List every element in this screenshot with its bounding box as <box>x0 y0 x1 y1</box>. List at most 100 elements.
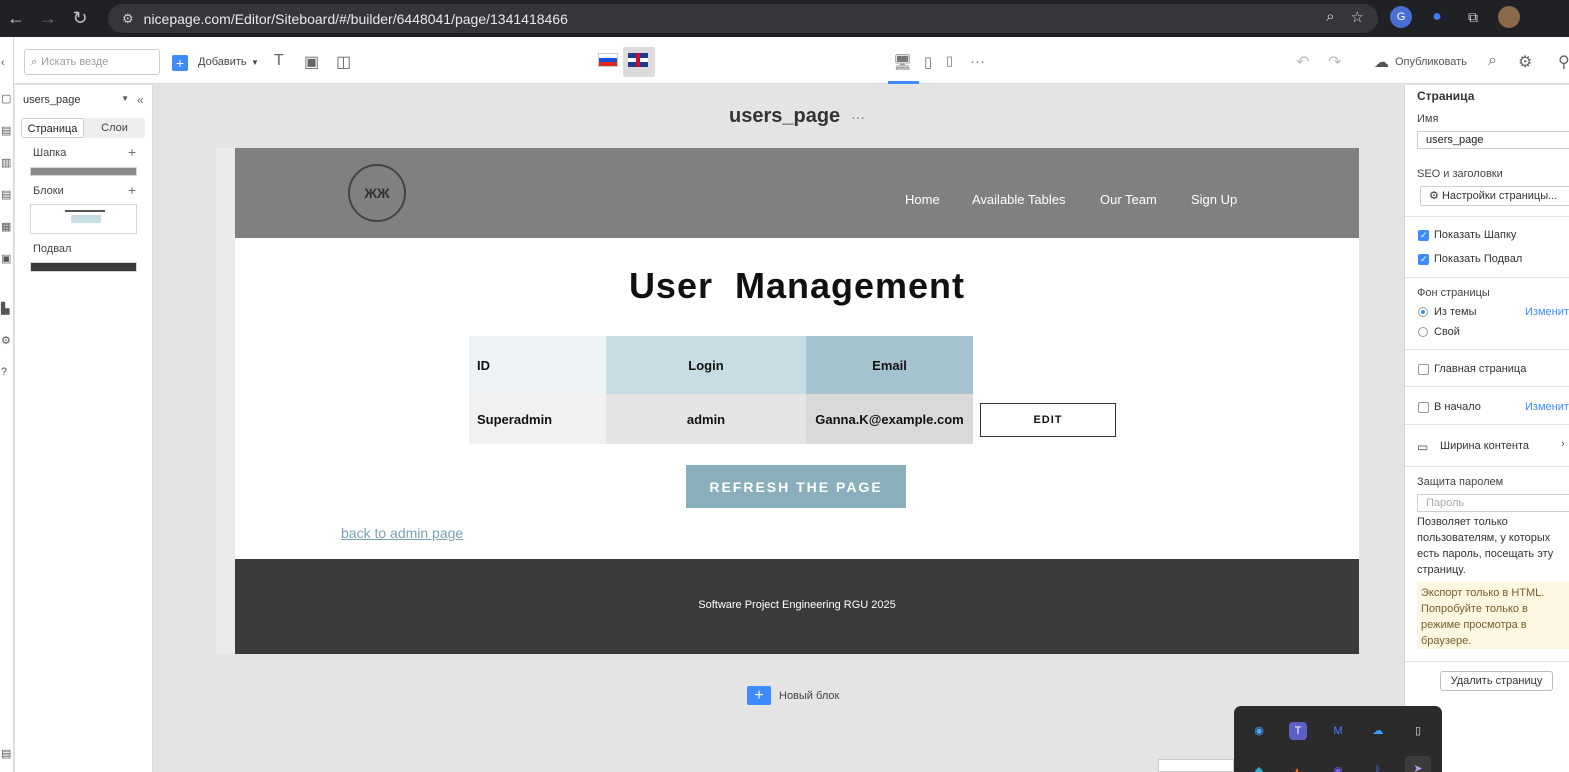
layout-icon[interactable]: ▦ <box>1 220 11 233</box>
back-to-admin-link[interactable]: back to admin page <box>341 525 463 541</box>
password-field[interactable]: Пароль <box>1417 494 1569 512</box>
url-text[interactable]: nicepage.com/Editor/Siteboard/#/builder/… <box>144 11 568 27</box>
image-icon[interactable]: ▣ <box>1 252 11 265</box>
page-properties-panel: Страница Имя users_page SEO и заголовки … <box>1404 85 1569 772</box>
nav-link-our-team[interactable]: Our Team <box>1100 192 1157 207</box>
back-arrow-icon[interactable]: ← <box>0 8 32 29</box>
tray-app3-icon[interactable]: ◐ <box>1289 762 1307 772</box>
table-header-email[interactable]: Email <box>806 336 973 394</box>
close-sidebar-icon[interactable]: ‹ <box>1 57 5 69</box>
nav-link-available-tables[interactable]: Available Tables <box>972 192 1065 207</box>
tab-layers[interactable]: Слои <box>84 118 145 138</box>
pages-icon[interactable]: ▢ <box>1 92 11 105</box>
publish-button[interactable]: ☁ Опубликовать <box>1374 53 1467 71</box>
redo-icon[interactable]: ↷ <box>1328 52 1341 72</box>
footer-text[interactable]: Software Project Engineering RGU 2025 <box>235 599 1359 611</box>
chevron-right-icon[interactable]: › <box>1561 438 1565 450</box>
table-cell-id[interactable]: Superadmin <box>469 394 606 444</box>
flag-english-icon[interactable] <box>628 53 648 67</box>
extensions-puzzle-icon[interactable]: ⧉ <box>1462 6 1484 28</box>
footer-thumbnail[interactable] <box>30 262 137 272</box>
refresh-button[interactable]: REFRESH THE PAGE <box>686 465 906 508</box>
table-cell-email[interactable]: Ganna.K@example.com <box>806 394 973 444</box>
add-block-plus-icon[interactable]: + <box>128 182 136 198</box>
theme-icon[interactable]: ▙ <box>1 302 9 315</box>
chevron-down-icon[interactable]: ▼ <box>251 58 259 67</box>
viber-icon[interactable]: ◉ <box>1329 762 1347 772</box>
blocks-icon[interactable]: ▤ <box>1 124 11 137</box>
text-icon[interactable]: ▤ <box>1 188 11 201</box>
home-page-checkbox[interactable] <box>1418 364 1429 375</box>
preview-icon[interactable]: ⌕ <box>1488 52 1497 70</box>
page-heading[interactable]: User Management <box>235 265 1359 307</box>
bg-theme-radio[interactable] <box>1418 307 1428 317</box>
bg-custom-radio[interactable] <box>1418 327 1428 337</box>
extension-dot-icon[interactable]: ● <box>1426 6 1448 28</box>
add-plus-icon[interactable]: + <box>172 55 188 71</box>
phone-view-icon[interactable]: ▯ <box>946 53 953 69</box>
bluetooth-icon[interactable]: ᛒ <box>1369 762 1387 772</box>
table-header-login[interactable]: Login <box>606 336 806 394</box>
address-bar[interactable]: ⚙ nicepage.com/Editor/Siteboard/#/builde… <box>108 4 1378 33</box>
flag-russian-icon[interactable] <box>598 53 618 67</box>
site-footer[interactable]: Software Project Engineering RGU 2025 <box>235 559 1359 654</box>
table-cell-login[interactable]: admin <box>606 394 806 444</box>
more-devices-icon[interactable]: ··· <box>970 53 985 70</box>
collapse-panel-icon[interactable]: « <box>137 93 144 107</box>
tray-app4-icon[interactable]: ➤ <box>1405 756 1431 772</box>
new-block-button[interactable]: + Новый блок <box>747 686 839 705</box>
bookmark-star-icon[interactable]: ☆ <box>1351 8 1364 26</box>
section-header-label[interactable]: Шапка <box>33 147 66 159</box>
header-thumbnail[interactable] <box>30 167 137 176</box>
page-menu-icon[interactable]: ··· <box>851 109 865 125</box>
site-settings-icon[interactable]: ⚙ <box>1 334 11 347</box>
page-settings-button[interactable]: ⚙ Настройки страницы... <box>1420 186 1569 206</box>
layout-tool-icon[interactable]: ◫ <box>336 52 351 72</box>
blocks-thumbnail[interactable] <box>30 204 137 234</box>
zoom-icon[interactable]: ⌕ <box>1326 8 1334 26</box>
content-width-button[interactable]: Ширина контента <box>1440 440 1529 452</box>
site-logo[interactable]: ЖЖ <box>348 164 406 222</box>
change-to-top-link[interactable]: Изменить <box>1525 401 1569 413</box>
change-background-link[interactable]: Изменить <box>1525 306 1569 318</box>
malwarebytes-icon[interactable]: M <box>1329 722 1347 740</box>
search-input[interactable]: ⌕ Искать везде <box>24 49 160 75</box>
elements-icon[interactable]: ▥ <box>1 156 11 169</box>
site-info-icon[interactable]: ⚙ <box>122 11 134 27</box>
undo-icon[interactable]: ↶ <box>1296 52 1309 72</box>
desktop-view-icon[interactable]: 🖥 <box>893 53 912 71</box>
site-header[interactable]: ЖЖ Home Available Tables Our Team Sign U… <box>235 148 1359 238</box>
add-button[interactable]: Добавить <box>198 56 247 68</box>
nav-link-home[interactable]: Home <box>905 192 940 207</box>
bottom-panel-icon[interactable]: ▤ <box>1 747 11 760</box>
help-icon[interactable]: ? <box>1 366 7 378</box>
usb-icon[interactable]: ▯ <box>1409 722 1427 740</box>
show-header-checkbox[interactable] <box>1418 230 1429 241</box>
user-icon[interactable]: ⚲ <box>1558 52 1569 72</box>
text-tool-icon[interactable]: T <box>274 52 284 70</box>
forward-arrow-icon[interactable]: → <box>32 8 64 29</box>
tab-page[interactable]: Страница <box>21 118 84 138</box>
show-footer-checkbox[interactable] <box>1418 254 1429 265</box>
translate-extension-icon[interactable]: G <box>1390 6 1412 28</box>
settings-gear-icon[interactable]: ⚙ <box>1518 52 1532 72</box>
table-header-id[interactable]: ID <box>469 336 606 394</box>
add-header-plus-icon[interactable]: + <box>128 144 136 160</box>
site-content-block[interactable]: User Management ID Login Email Superadmi… <box>235 238 1359 559</box>
teams-icon[interactable]: T <box>1289 722 1307 740</box>
tablet-view-icon[interactable]: ▯ <box>924 53 932 71</box>
image-tool-icon[interactable]: ▣ <box>304 52 319 72</box>
section-blocks-label[interactable]: Блоки <box>33 185 64 197</box>
onedrive-icon[interactable]: ☁ <box>1369 722 1387 740</box>
page-select[interactable]: users_page ▼ <box>23 94 129 110</box>
reload-icon[interactable]: ↻ <box>64 8 96 29</box>
delete-page-button[interactable]: Удалить страницу <box>1440 671 1553 691</box>
page-name-field[interactable]: users_page <box>1417 131 1569 149</box>
tray-app2-icon[interactable]: ◆ <box>1250 762 1268 772</box>
nav-link-sign-up[interactable]: Sign Up <box>1191 192 1237 207</box>
profile-avatar[interactable] <box>1498 6 1520 28</box>
edit-button[interactable]: EDIT <box>980 403 1116 437</box>
section-footer-label[interactable]: Подвал <box>33 243 71 255</box>
tray-app-icon[interactable]: ◉ <box>1250 722 1268 740</box>
to-top-checkbox[interactable] <box>1418 402 1429 413</box>
